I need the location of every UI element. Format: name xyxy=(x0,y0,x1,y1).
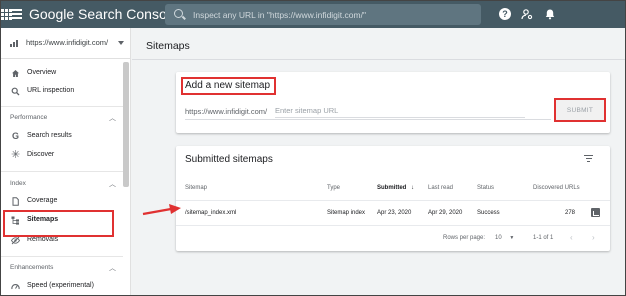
sidebar-item-label: Removals xyxy=(27,236,59,243)
sidebar-item-label: Coverage xyxy=(27,197,58,204)
sidebar-item-label: Overview xyxy=(27,69,57,76)
google-g-icon: G xyxy=(11,131,19,141)
cell-type: Sitemap index xyxy=(327,210,366,216)
sidebar-divider xyxy=(1,106,123,107)
cell-sitemap: /sitemap_index.xml xyxy=(185,210,237,216)
cell-discovered-urls: 278 xyxy=(565,210,576,216)
home-icon xyxy=(11,69,20,78)
submitted-sitemaps-card: Submitted sitemaps Sitemap Type Submitte… xyxy=(176,146,610,251)
column-header-submitted[interactable]: Submitted ↓ xyxy=(377,185,414,191)
bar-chart-icon[interactable] xyxy=(591,208,600,217)
page-title: Sitemaps xyxy=(146,40,190,52)
document-icon xyxy=(11,197,20,206)
property-selector[interactable]: https://www.infidigit.com/ xyxy=(1,28,131,59)
filter-icon[interactable] xyxy=(584,155,593,163)
sidebar-item-label: Speed (experimental) xyxy=(27,282,94,289)
chevron-up-icon[interactable]: ︿ xyxy=(109,179,116,189)
speed-icon xyxy=(11,282,20,291)
search-icon xyxy=(174,9,183,18)
cell-last-read: Apr 29, 2020 xyxy=(428,210,463,216)
sidebar-item-speed[interactable]: Speed (experimental) xyxy=(1,278,119,295)
chevron-up-icon[interactable]: ︿ xyxy=(109,113,116,123)
add-sitemap-card: Add a new sitemap https://www.infidigit.… xyxy=(176,72,610,133)
annotation-arrow-icon xyxy=(142,204,181,216)
input-underline xyxy=(185,119,551,120)
sidebar-item-label: Discover xyxy=(27,151,55,158)
sidebar-divider xyxy=(1,171,123,172)
sitemap-url-input[interactable] xyxy=(275,103,525,118)
eye-off-icon xyxy=(10,236,21,245)
chevron-down-icon xyxy=(118,41,124,45)
submitted-sitemaps-title: Submitted sitemaps xyxy=(185,154,273,165)
sidebar-item-discover[interactable]: ✳ Discover xyxy=(1,147,119,165)
column-header-last-read[interactable]: Last read xyxy=(428,185,453,191)
chevron-up-icon[interactable]: ︿ xyxy=(109,263,116,273)
column-header-discovered-urls[interactable]: Discovered URLs xyxy=(533,185,580,191)
sidebar-item-search-results[interactable]: G Search results xyxy=(1,128,119,146)
header-divider xyxy=(132,59,625,60)
top-bar: Google Search Console ? xyxy=(1,1,625,28)
help-icon[interactable]: ? xyxy=(499,8,511,20)
app-logo[interactable]: Google Search Console xyxy=(29,6,178,22)
sidebar-item-url-inspection[interactable]: URL inspection xyxy=(1,83,119,101)
search-icon xyxy=(11,87,20,96)
annotation-highlight-sitemaps xyxy=(3,210,114,237)
property-icon xyxy=(10,40,19,47)
column-header-type[interactable]: Type xyxy=(327,185,340,191)
rows-per-page-value: 10 xyxy=(495,235,502,241)
rows-per-page-label: Rows per page: xyxy=(443,235,486,241)
sidebar: https://www.infidigit.com/ Overview URL … xyxy=(1,28,131,295)
sidebar-item-coverage[interactable]: Coverage xyxy=(1,193,119,211)
annotation-highlight-add-sitemap xyxy=(181,77,276,95)
cell-status: Success xyxy=(477,210,500,216)
sidebar-item-label: URL inspection xyxy=(27,87,75,94)
submit-button-label: SUBMIT xyxy=(566,106,594,114)
arrow-down-icon: ↓ xyxy=(411,185,415,191)
sidebar-item-label: Search results xyxy=(27,132,72,139)
url-inspect-input[interactable] xyxy=(193,4,473,25)
sitemap-url-prefix: https://www.infidigit.com/ xyxy=(185,107,268,116)
sidebar-scrollbar[interactable] xyxy=(123,62,129,187)
submit-button[interactable]: SUBMIT xyxy=(554,98,606,122)
column-header-status[interactable]: Status xyxy=(477,185,494,191)
column-header-label: Submitted xyxy=(377,185,407,191)
url-inspect-search[interactable] xyxy=(165,4,481,25)
notifications-bell-icon[interactable] xyxy=(544,8,556,20)
table-divider xyxy=(176,200,610,201)
dropdown-arrow-icon: ▼ xyxy=(509,235,515,241)
previous-page-icon[interactable]: ‹ xyxy=(570,233,573,242)
column-header-sitemap[interactable]: Sitemap xyxy=(185,185,207,191)
section-label-index: Index xyxy=(10,180,26,187)
sidebar-item-overview[interactable]: Overview xyxy=(1,65,119,83)
rows-per-page-select[interactable]: 10 ▼ xyxy=(495,235,514,241)
property-url: https://www.infidigit.com/ xyxy=(26,38,109,47)
section-label-enhancements: Enhancements xyxy=(10,264,54,271)
asterisk-icon: ✳ xyxy=(11,149,21,161)
pagination-range: 1-1 of 1 xyxy=(533,235,554,241)
menu-icon[interactable] xyxy=(11,9,22,19)
user-settings-icon[interactable] xyxy=(521,8,533,20)
sidebar-divider xyxy=(1,256,123,257)
cell-submitted: Apr 23, 2020 xyxy=(377,210,412,216)
section-label-performance: Performance xyxy=(10,114,48,121)
app-frame: Google Search Console ? https://www.infi… xyxy=(0,0,626,296)
table-divider xyxy=(176,225,610,226)
next-page-icon[interactable]: › xyxy=(592,233,595,242)
